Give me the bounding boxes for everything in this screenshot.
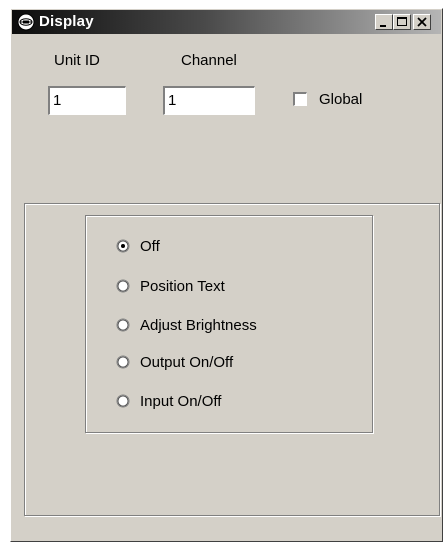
radio-label: Adjust Brightness — [140, 317, 257, 334]
close-icon — [417, 17, 427, 27]
maximize-icon — [397, 17, 407, 26]
radio-label: Input On/Off — [140, 393, 222, 410]
global-checkbox[interactable] — [293, 92, 307, 106]
minimize-button[interactable] — [375, 14, 393, 30]
radio-unselected-icon[interactable] — [116, 279, 130, 293]
minimize-icon — [380, 25, 386, 27]
maximize-button[interactable] — [393, 14, 411, 30]
radio-unselected-icon[interactable] — [116, 355, 130, 369]
radio-selected-icon[interactable] — [116, 239, 130, 253]
radio-unselected-icon[interactable] — [116, 394, 130, 408]
channel-input[interactable]: 1 — [163, 86, 255, 115]
display-app-icon — [17, 13, 35, 31]
global-label[interactable]: Global — [319, 91, 362, 109]
radio-label: Position Text — [140, 278, 225, 295]
close-button[interactable] — [413, 14, 431, 30]
radio-label: Output On/Off — [140, 354, 234, 371]
title-bar[interactable]: Display — [12, 10, 441, 34]
unit-id-input[interactable]: 1 — [48, 86, 126, 115]
window-title: Display — [39, 13, 94, 30]
radio-unselected-icon[interactable] — [116, 318, 130, 332]
radio-label: Off — [140, 238, 160, 255]
channel-label: Channel — [181, 52, 237, 69]
unit-id-label: Unit ID — [54, 52, 100, 69]
